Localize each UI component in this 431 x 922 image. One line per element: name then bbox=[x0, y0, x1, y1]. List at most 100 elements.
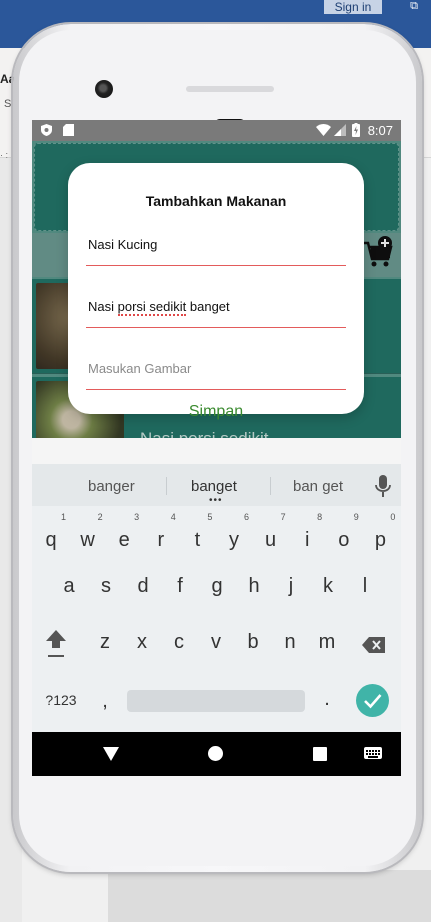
key-j[interactable]: j bbox=[276, 566, 306, 606]
food-description-field[interactable]: Nasi porsi sedikit banget bbox=[86, 292, 346, 328]
suggestion-divider bbox=[270, 477, 271, 495]
key-label: d bbox=[137, 575, 149, 597]
status-time: 8:07 bbox=[367, 123, 393, 138]
key-label: e bbox=[118, 529, 130, 551]
enter-key[interactable] bbox=[356, 684, 389, 717]
home-circle-icon[interactable] bbox=[208, 746, 223, 761]
key-label: t bbox=[194, 529, 201, 551]
key-d[interactable]: d bbox=[128, 566, 158, 606]
key-label: i bbox=[304, 529, 310, 551]
symbols-key[interactable]: ?123 bbox=[40, 688, 82, 712]
key-label: a bbox=[63, 575, 75, 597]
key-number-hint: 5 bbox=[207, 512, 213, 522]
shield-icon bbox=[41, 124, 52, 136]
key-label: l bbox=[362, 575, 368, 597]
space-key[interactable] bbox=[127, 690, 305, 712]
key-z[interactable]: z bbox=[90, 622, 120, 662]
key-label: c bbox=[174, 631, 184, 653]
sd-card-icon bbox=[63, 124, 74, 136]
suggestion-item[interactable]: ban get bbox=[293, 478, 343, 495]
save-button[interactable]: Simpan bbox=[68, 403, 364, 427]
keyboard-switch-icon[interactable] bbox=[364, 747, 382, 759]
device-screen: 8:07 Nasi porsi sedikit Tambahkan Makana… bbox=[32, 120, 401, 776]
key-number-hint: 7 bbox=[280, 512, 286, 522]
key-label: g bbox=[211, 575, 223, 597]
host-document-area bbox=[108, 870, 431, 922]
add-food-dialog: Tambahkan Makanan Nasi Kucing Nasi porsi… bbox=[68, 163, 364, 420]
description-text: Nasi bbox=[88, 299, 118, 314]
key-f[interactable]: f bbox=[165, 566, 195, 606]
key-label: p bbox=[374, 529, 386, 551]
image-field-placeholder: Masukan Gambar bbox=[88, 361, 192, 376]
key-label: z bbox=[100, 631, 110, 653]
key-s[interactable]: s bbox=[91, 566, 121, 606]
key-h[interactable]: h bbox=[239, 566, 269, 606]
key-y[interactable]: y6 bbox=[219, 512, 249, 560]
key-label: s bbox=[101, 575, 111, 597]
key-label: b bbox=[247, 631, 259, 653]
key-i[interactable]: i8 bbox=[292, 512, 322, 560]
food-name-value: Nasi Kucing bbox=[88, 237, 158, 252]
key-label: n bbox=[284, 631, 296, 653]
key-number-hint: 4 bbox=[170, 512, 176, 522]
suggestion-strip: banger banget ••• ban get bbox=[32, 464, 401, 506]
key-e[interactable]: e3 bbox=[109, 512, 140, 560]
host-text-fragment: S bbox=[4, 98, 12, 110]
wifi-icon bbox=[316, 124, 331, 136]
image-field[interactable]: Masukan Gambar bbox=[86, 354, 346, 390]
backspace-key-icon[interactable] bbox=[362, 636, 386, 654]
key-label: v bbox=[211, 631, 221, 653]
key-label: u bbox=[265, 529, 277, 551]
key-l[interactable]: l bbox=[350, 566, 380, 606]
key-label: x bbox=[137, 631, 147, 653]
suggestion-divider bbox=[166, 477, 167, 495]
key-o[interactable]: o9 bbox=[329, 512, 359, 560]
key-number-hint: 8 bbox=[317, 512, 323, 522]
key-x[interactable]: x bbox=[127, 622, 157, 662]
key-label: j bbox=[288, 575, 294, 597]
signal-icon bbox=[334, 124, 346, 136]
more-suggestions-icon[interactable]: ••• bbox=[209, 495, 223, 506]
key-label: r bbox=[157, 529, 165, 551]
key-number-hint: 6 bbox=[243, 512, 249, 522]
key-g[interactable]: g bbox=[202, 566, 232, 606]
soft-keyboard: banger banget ••• ban get q1w2e3r4t5y6u7… bbox=[32, 464, 401, 732]
key-m[interactable]: m bbox=[312, 622, 342, 662]
key-b[interactable]: b bbox=[238, 622, 268, 662]
speaker-slit bbox=[186, 86, 274, 92]
food-name-field[interactable]: Nasi Kucing bbox=[86, 230, 346, 266]
key-number-hint: 3 bbox=[134, 512, 140, 522]
checkmark-icon bbox=[364, 694, 382, 709]
key-k[interactable]: k bbox=[313, 566, 343, 606]
key-label: f bbox=[177, 575, 183, 597]
host-signin-button[interactable]: Sign in bbox=[324, 0, 382, 14]
suggestion-item[interactable]: banget bbox=[191, 478, 237, 495]
key-t[interactable]: t5 bbox=[182, 512, 213, 560]
key-r[interactable]: r4 bbox=[146, 512, 175, 560]
recents-square-icon[interactable] bbox=[313, 747, 327, 761]
shift-key-icon[interactable] bbox=[44, 628, 68, 660]
suggestion-item[interactable]: banger bbox=[88, 478, 135, 495]
key-c[interactable]: c bbox=[164, 622, 194, 662]
key-label: h bbox=[248, 575, 260, 597]
key-v[interactable]: v bbox=[201, 622, 231, 662]
period-key[interactable]: . bbox=[320, 688, 334, 712]
key-number-hint: 0 bbox=[390, 512, 396, 522]
key-a[interactable]: a bbox=[54, 566, 84, 606]
dialog-title: Tambahkan Makanan bbox=[145, 193, 287, 209]
back-triangle-icon[interactable] bbox=[103, 746, 119, 762]
key-label: w bbox=[80, 529, 95, 551]
key-u[interactable]: u7 bbox=[256, 512, 286, 560]
key-label: y bbox=[229, 529, 239, 551]
microphone-icon[interactable] bbox=[375, 475, 391, 497]
key-number-hint: 9 bbox=[353, 512, 359, 522]
host-restore-icon[interactable]: ⧉ bbox=[407, 0, 421, 12]
key-q[interactable]: q1 bbox=[36, 512, 66, 560]
food-description-value: Nasi porsi sedikit banget bbox=[88, 299, 230, 316]
description-text: banget bbox=[186, 299, 230, 314]
key-p[interactable]: p0 bbox=[365, 512, 396, 560]
battery-charging-icon bbox=[352, 123, 360, 137]
comma-key[interactable]: , bbox=[98, 690, 112, 714]
key-n[interactable]: n bbox=[275, 622, 305, 662]
key-w[interactable]: w2 bbox=[73, 512, 102, 560]
